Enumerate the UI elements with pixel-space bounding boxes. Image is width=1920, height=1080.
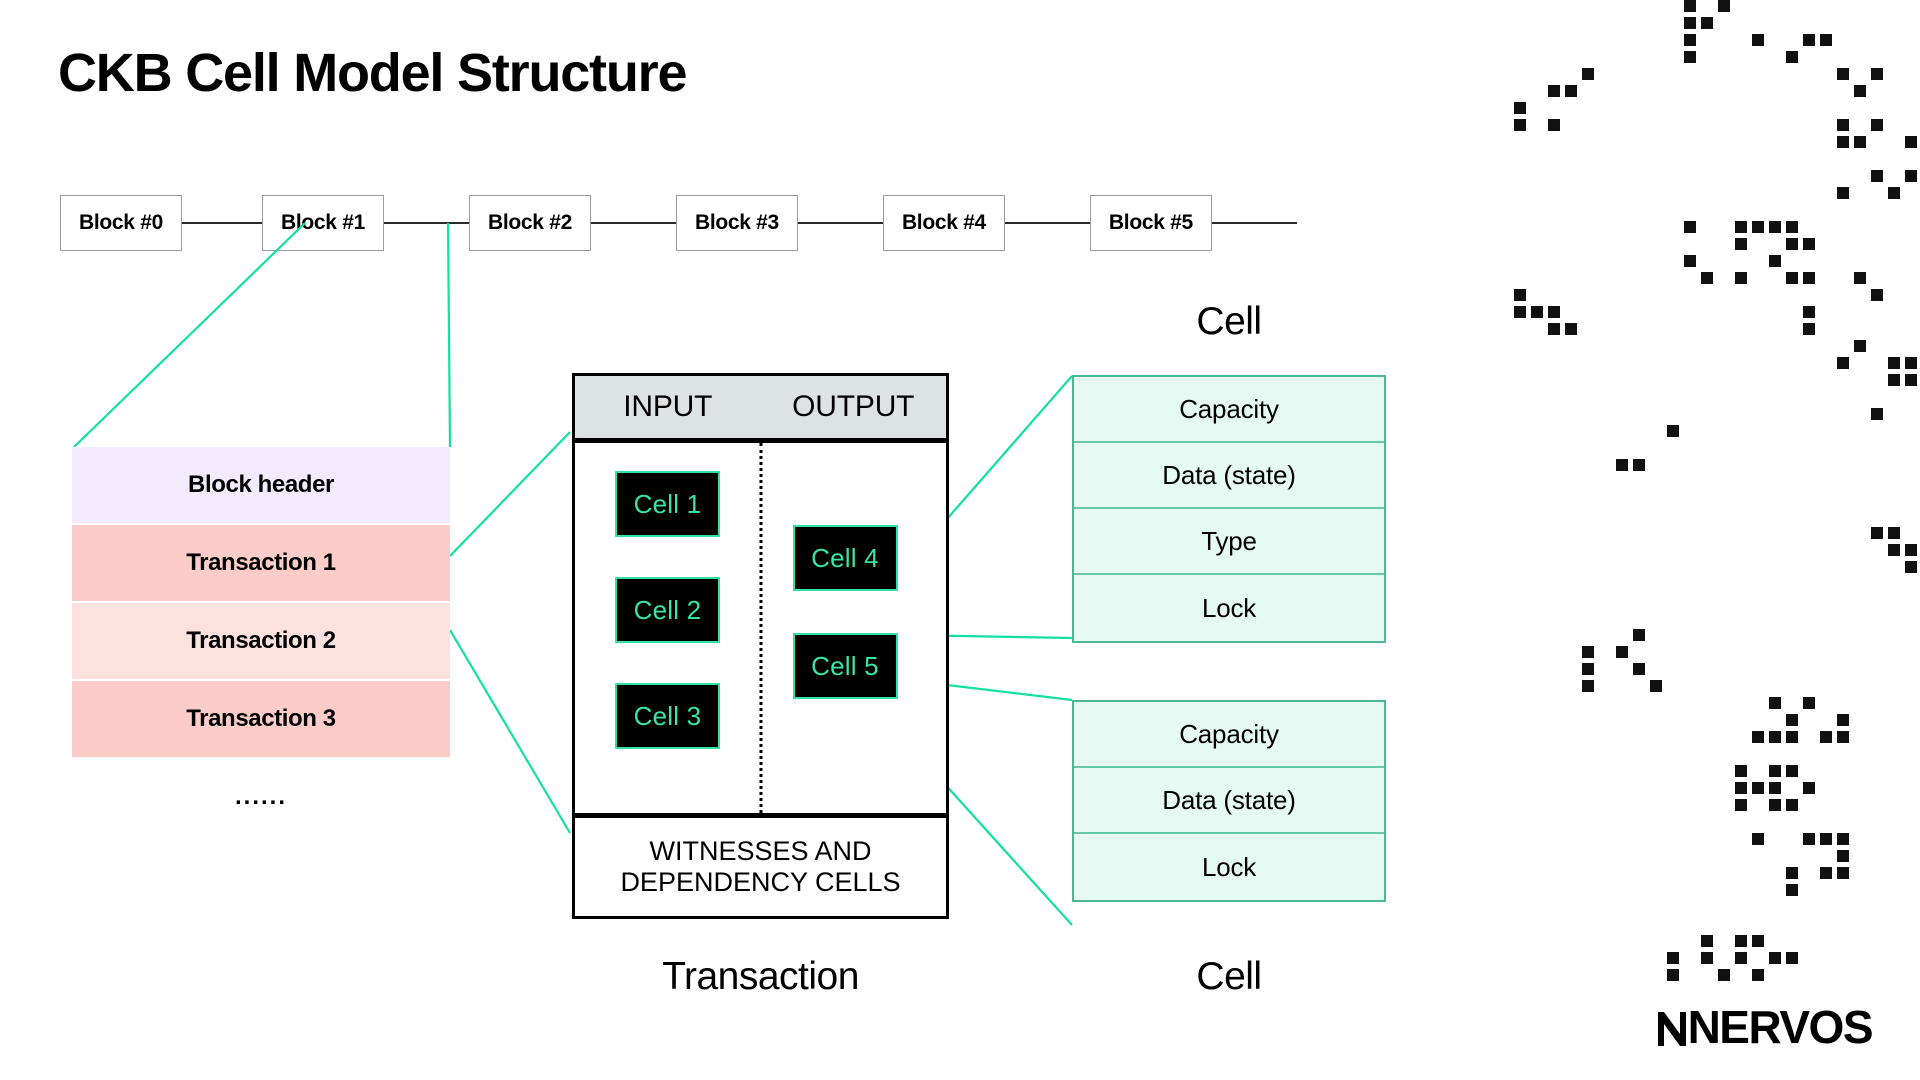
chain-block-0[interactable]: Block #0: [60, 195, 182, 251]
block-detail-row-tx1[interactable]: Transaction 1: [72, 525, 450, 603]
input-cell-2[interactable]: Cell 2: [615, 577, 720, 643]
output-cell-5[interactable]: Cell 5: [792, 633, 898, 699]
block-detail-row-header[interactable]: Block header: [72, 447, 450, 525]
transaction-header-row: INPUT OUTPUT: [575, 376, 946, 443]
cell-field-capacity-2[interactable]: Capacity: [1074, 702, 1384, 768]
cell-field-capacity[interactable]: Capacity: [1074, 377, 1384, 443]
caption-cell-lower: Cell: [1196, 955, 1262, 998]
transaction-box: INPUT OUTPUT Cell 1 Cell 2 Cell 3 Cell 4…: [572, 373, 949, 919]
transaction-footer: WITNESSES AND DEPENDENCY CELLS: [575, 813, 946, 916]
block-detail-stack: Block header Transaction 1 Transaction 2…: [72, 447, 450, 835]
block-detail-row-tx2[interactable]: Transaction 2: [72, 603, 450, 681]
decorative-pixel-pattern: [1514, 0, 1917, 981]
cell-table-lower: Capacity Data (state) Lock: [1072, 700, 1386, 902]
chain-link-1-2: [383, 222, 469, 224]
chain-block-1[interactable]: Block #1: [261, 195, 384, 251]
chain-block-3[interactable]: Block #3: [675, 195, 798, 251]
blockchain-row: Block #0 Block #1 Block #2 Block #3 Bloc…: [60, 195, 1297, 251]
cell-field-data-2[interactable]: Data (state): [1074, 768, 1384, 834]
caption-cell-upper: Cell: [1196, 300, 1262, 343]
connector-tx1-to-txbox-top: [449, 431, 571, 557]
chain-link-3-4: [797, 222, 883, 224]
transaction-footer-line1: WITNESSES AND: [649, 835, 872, 866]
output-cell-4[interactable]: Cell 4: [792, 525, 898, 591]
cell-field-lock-2[interactable]: Lock: [1074, 834, 1384, 900]
nervos-logo-mark: [1657, 1012, 1686, 1046]
chain-block-5[interactable]: Block #5: [1089, 195, 1212, 251]
nervos-logo: NERVOS: [1657, 1001, 1874, 1053]
chain-link-0-1: [181, 222, 262, 224]
input-cell-1[interactable]: Cell 1: [615, 471, 720, 537]
chain-block-4[interactable]: Block #4: [882, 195, 1005, 251]
cell-field-data[interactable]: Data (state): [1074, 443, 1384, 509]
transaction-footer-line2: DEPENDENCY CELLS: [620, 867, 901, 897]
block-detail-row-tx3[interactable]: Transaction 3: [72, 681, 450, 759]
connector-block1-to-detail-left: [73, 222, 306, 448]
chain-link-tail: [1211, 222, 1297, 224]
chain-block-2[interactable]: Block #2: [468, 195, 591, 251]
block-detail-row-ellipsis: ......: [72, 759, 450, 835]
cell-table-upper: Capacity Data (state) Type Lock: [1072, 375, 1386, 643]
caption-transaction: Transaction: [662, 955, 859, 998]
transaction-body: Cell 1 Cell 2 Cell 3 Cell 4 Cell 5: [575, 443, 946, 813]
transaction-header-input: INPUT: [623, 390, 713, 423]
cell-field-type[interactable]: Type: [1074, 509, 1384, 575]
transaction-header-output: OUTPUT: [792, 390, 915, 423]
input-cell-3[interactable]: Cell 3: [615, 683, 720, 749]
connector-block1-to-detail-right: [446, 222, 452, 448]
cell-field-lock[interactable]: Lock: [1074, 575, 1384, 641]
chain-link-2-3: [590, 222, 676, 224]
connector-tx1-to-txbox-bottom: [449, 629, 571, 834]
input-column: Cell 1 Cell 2 Cell 3: [575, 443, 761, 813]
chain-link-4-5: [1004, 222, 1090, 224]
page-title: CKB Cell Model Structure: [58, 43, 687, 103]
nervos-logo-text: NERVOS: [1687, 1001, 1874, 1053]
output-column: Cell 4 Cell 5: [761, 443, 947, 813]
